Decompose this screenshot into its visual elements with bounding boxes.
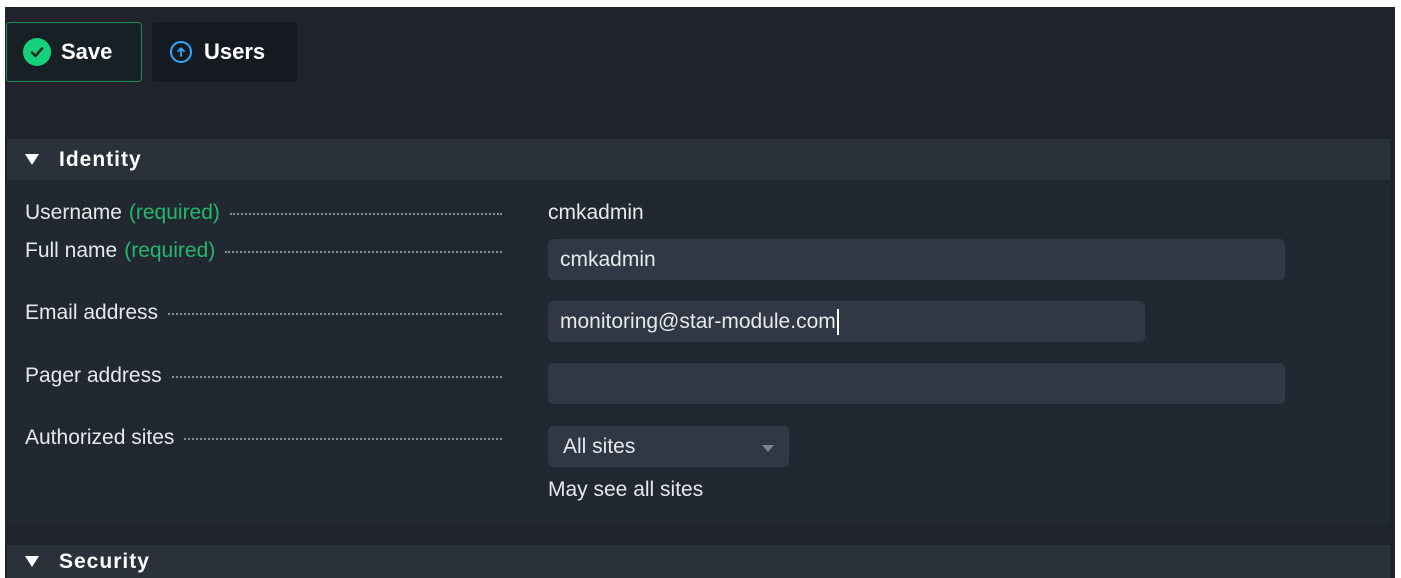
label-leader-dots [184,437,502,440]
section-header-security[interactable]: Security [7,545,1390,578]
authorized-sites-select[interactable]: All sites [548,426,789,467]
label-leader-dots [229,212,502,215]
identity-section-body [7,180,1390,525]
collapse-triangle-icon [25,556,39,567]
pager-label: Pager address [25,364,502,388]
save-label: Save [61,39,113,64]
email-label-text: Email address [25,301,159,324]
section-header-identity[interactable]: Identity [7,139,1390,180]
section-title-identity: Identity [59,147,142,171]
save-button[interactable]: Save [6,22,142,82]
full-name-input[interactable]: cmkadmin [548,239,1285,280]
full-name-label-text: Full name [25,239,118,262]
authorized-sites-help: May see all sites [548,478,704,501]
email-input[interactable]: monitoring@star-module.com [548,301,1145,342]
users-button[interactable]: Users [152,22,297,82]
check-circle-icon [23,38,51,66]
text-caret [836,308,839,335]
label-leader-dots [168,312,502,315]
full-name-label: Full name (required) [25,239,502,263]
users-label: Users [204,39,266,64]
username-label: Username (required) [25,201,502,225]
section-title-security: Security [59,549,150,573]
label-leader-dots [225,250,502,253]
required-marker: (required) [124,239,216,262]
arrow-up-circle-icon [170,41,192,63]
authorized-sites-label-text: Authorized sites [25,426,175,449]
label-leader-dots [171,375,502,378]
authorized-sites-selected: All sites [563,434,636,458]
username-value: cmkadmin [548,201,644,224]
pager-input[interactable] [548,363,1285,404]
email-label: Email address [25,301,502,325]
authorized-sites-label: Authorized sites [25,426,502,450]
pager-label-text: Pager address [25,364,162,387]
email-value: monitoring@star-module.com [560,309,836,333]
toolbar: Save Users [6,22,297,82]
required-marker: (required) [128,201,220,224]
chevron-down-icon [762,445,774,452]
full-name-value: cmkadmin [560,247,656,271]
username-label-text: Username [25,201,122,224]
collapse-triangle-icon [25,154,39,165]
